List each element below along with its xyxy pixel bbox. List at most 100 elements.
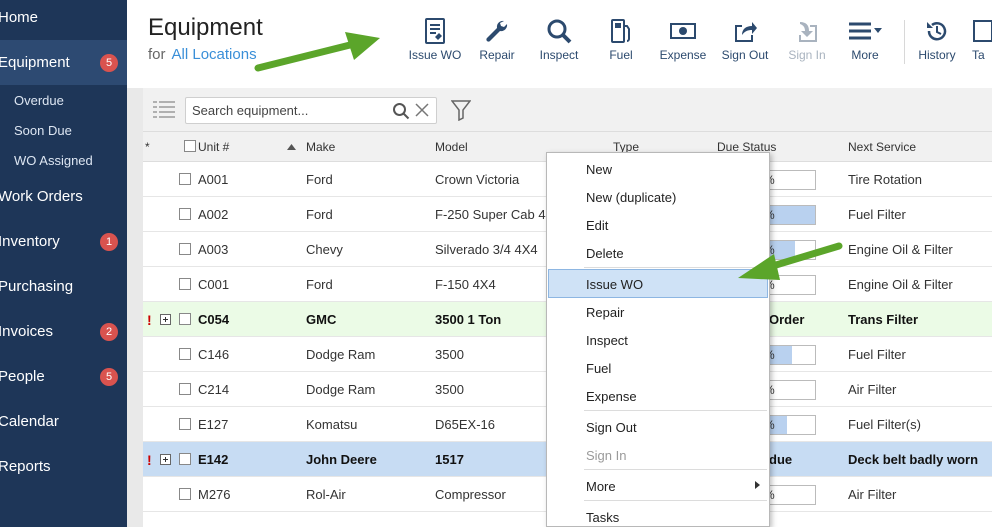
row-checkbox[interactable] <box>179 453 191 465</box>
cell-make: Ford <box>306 172 333 187</box>
menu-dropdown-icon <box>849 22 882 40</box>
column-header-unit[interactable]: Unit # <box>198 140 229 154</box>
cell-make: Rol-Air <box>306 487 346 502</box>
nav-subitem-label: Soon Due <box>14 122 72 138</box>
clear-icon[interactable] <box>414 102 430 118</box>
menu-item-edit[interactable]: Edit <box>548 211 768 239</box>
due-progress-bar: % <box>763 240 816 260</box>
cell-next-service: Trans Filter <box>848 312 919 327</box>
count-badge: 1 <box>100 232 118 251</box>
row-checkbox[interactable] <box>179 383 191 395</box>
row-checkbox[interactable] <box>179 418 191 430</box>
location-link[interactable]: All Locations <box>172 46 257 63</box>
nav-item-invoices[interactable]: Invoices 2 <box>0 309 127 354</box>
inspect-button[interactable]: Inspect <box>526 18 592 68</box>
cell-next-service: Fuel Filter(s) <box>848 417 921 432</box>
menu-item-sign-out[interactable]: Sign Out <box>548 413 768 441</box>
sign-out-label: Sign Out <box>721 48 769 62</box>
column-header-next-service[interactable]: Next Service <box>848 140 916 154</box>
menu-item-more[interactable]: More <box>548 472 768 500</box>
cell-make: Dodge Ram <box>306 347 376 362</box>
due-status-text: due <box>769 452 793 467</box>
menu-item-label: Inspect <box>586 333 628 348</box>
nav-item-inventory[interactable]: Inventory 1 <box>0 219 127 264</box>
expense-button[interactable]: Expense <box>650 18 716 68</box>
nav-item-people[interactable]: People 5 <box>0 354 127 399</box>
menu-item-issue-wo[interactable]: Issue WO <box>548 269 768 298</box>
cell-next-service: Fuel Filter <box>848 347 906 362</box>
row-checkbox[interactable] <box>179 208 191 220</box>
nav-item-home[interactable]: Home <box>0 0 127 40</box>
submenu-arrow-icon <box>755 481 760 489</box>
search-input[interactable] <box>186 98 386 123</box>
sign-out-button[interactable]: Sign Out <box>712 18 778 68</box>
cell-unit: C054 <box>198 312 230 327</box>
row-checkbox[interactable] <box>179 488 191 500</box>
column-header-make[interactable]: Make <box>306 140 335 154</box>
column-header-model[interactable]: Model <box>435 140 468 154</box>
filter-icon[interactable] <box>451 99 471 121</box>
repair-button[interactable]: Repair <box>464 18 530 68</box>
menu-item-repair[interactable]: Repair <box>548 298 768 326</box>
menu-item-inspect[interactable]: Inspect <box>548 326 768 354</box>
search-icon[interactable] <box>392 102 410 120</box>
row-checkbox[interactable] <box>179 313 191 325</box>
due-progress-bar: % <box>763 380 816 400</box>
cell-make: Chevy <box>306 242 343 257</box>
tasks-button[interactable]: Ta <box>972 18 992 68</box>
more-label: More <box>851 48 879 62</box>
nav-item-equipment[interactable]: Equipment 5 <box>0 40 127 85</box>
nav-item-label: Purchasing <box>0 278 74 295</box>
history-clock-icon <box>927 22 947 41</box>
nav-item-label: Home <box>0 9 39 26</box>
cell-model: 3500 <box>435 382 464 397</box>
due-status-text: Order <box>769 312 805 327</box>
expense-label: Expense <box>659 48 707 62</box>
count-badge: 5 <box>100 367 118 386</box>
nav-item-calendar[interactable]: Calendar <box>0 399 127 444</box>
row-checkbox[interactable] <box>179 243 191 255</box>
menu-item-new[interactable]: New <box>548 155 768 183</box>
fuel-button[interactable]: Fuel <box>588 18 654 68</box>
menu-item-new-duplicate[interactable]: New (duplicate) <box>548 183 768 211</box>
nav-subitem-soon-due[interactable]: Soon Due <box>0 115 127 145</box>
expand-row-icon[interactable] <box>160 454 171 465</box>
sign-in-button[interactable]: Sign In <box>774 18 840 68</box>
menu-item-label: New <box>586 162 613 177</box>
menu-item-label: Fuel <box>586 361 612 376</box>
cell-next-service: Tire Rotation <box>848 172 922 187</box>
row-checkbox[interactable] <box>179 278 191 290</box>
menu-item-delete[interactable]: Delete <box>548 239 768 267</box>
cell-make: GMC <box>306 312 337 327</box>
fuel-label: Fuel <box>609 48 633 62</box>
issue-wo-button[interactable]: Issue WO <box>402 18 468 68</box>
history-button[interactable]: History <box>904 18 970 68</box>
expand-row-icon[interactable] <box>160 314 171 325</box>
cell-unit: C146 <box>198 347 230 362</box>
column-header-star: * <box>145 140 150 154</box>
menu-item-tasks[interactable]: Tasks <box>548 503 768 527</box>
menu-separator <box>584 410 767 411</box>
count-badge: 5 <box>100 53 118 72</box>
nav-subitem-overdue[interactable]: Overdue <box>0 85 127 115</box>
menu-item-fuel[interactable]: Fuel <box>548 354 768 382</box>
row-checkbox[interactable] <box>179 173 191 185</box>
cell-next-service: Air Filter <box>848 382 897 397</box>
page-subtitle: for All Locations <box>148 46 257 63</box>
more-button[interactable]: More <box>832 18 898 68</box>
nav-item-label: Work Orders <box>0 188 83 205</box>
nav-item-purchasing[interactable]: Purchasing <box>0 264 127 309</box>
menu-item-sign-in[interactable]: Sign In <box>548 441 768 469</box>
nav-subitem-wo-assigned[interactable]: WO Assigned <box>0 145 127 175</box>
cell-next-service: Fuel Filter <box>848 207 906 222</box>
row-checkbox[interactable] <box>179 348 191 360</box>
nav-item-work-orders[interactable]: Work Orders <box>0 174 127 219</box>
select-all-checkbox[interactable] <box>184 140 196 152</box>
nav-item-reports[interactable]: Reports <box>0 444 127 489</box>
menu-item-expense[interactable]: Expense <box>548 382 768 410</box>
sort-ascending-icon[interactable] <box>287 144 296 150</box>
filter-bar <box>143 88 992 132</box>
sign-in-label: Sign In <box>788 48 826 62</box>
nav-subitem-label: Overdue <box>14 92 64 108</box>
list-view-icon[interactable] <box>153 100 175 118</box>
